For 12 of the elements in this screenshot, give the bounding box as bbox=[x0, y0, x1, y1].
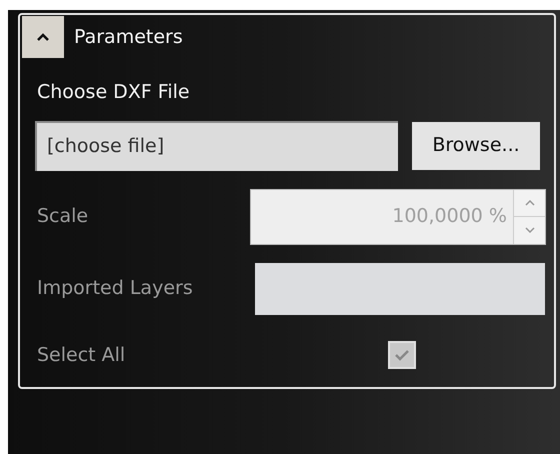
imported-layers-label: Imported Layers bbox=[37, 276, 194, 302]
file-label: Choose DXF File bbox=[37, 80, 191, 105]
caret-up-icon bbox=[524, 200, 534, 206]
browse-button[interactable]: Browse... bbox=[412, 122, 540, 170]
select-all-label: Select All bbox=[37, 342, 126, 368]
caret-down-icon bbox=[524, 227, 534, 234]
caret-icon bbox=[36, 32, 50, 42]
check-icon bbox=[394, 348, 410, 361]
group-title: Parameters bbox=[74, 24, 183, 50]
scale-label: Scale bbox=[37, 204, 90, 230]
collapse-toggle[interactable] bbox=[22, 16, 64, 58]
file-field[interactable]: [choose file] bbox=[35, 120, 398, 170]
